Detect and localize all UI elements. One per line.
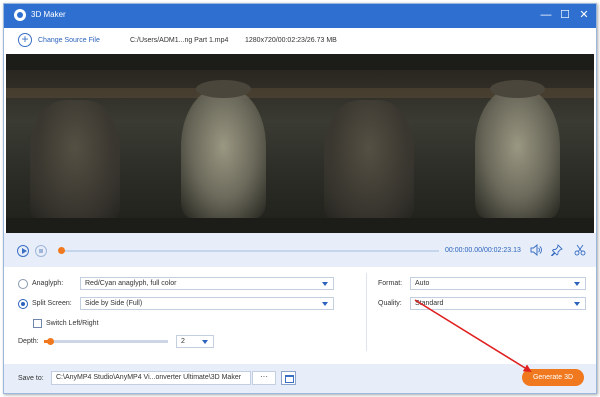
quality-label: Quality: [378, 300, 402, 307]
split-screen-select[interactable]: Side by Side (Full) [80, 297, 334, 310]
anaglyph-label: Anaglyph: [32, 280, 64, 287]
quality-select-value: Standard [415, 300, 444, 307]
depth-slider-track[interactable] [44, 340, 168, 343]
chevron-down-icon [202, 340, 208, 344]
chevron-down-icon [322, 282, 328, 286]
app-logo-icon [14, 9, 26, 21]
settings-panel: Anaglyph: Red/Cyan anaglyph, full color … [4, 267, 596, 364]
format-label: Format: [378, 280, 403, 287]
video-preview [6, 54, 594, 233]
total-time: 00:02:23.13 [483, 247, 521, 254]
window-title: 3D Maker [31, 10, 66, 19]
preview-right-frame [300, 70, 594, 218]
depth-value: 2 [181, 338, 185, 345]
depth-label: Depth: [18, 338, 39, 345]
playback-controls: 00:00:00.00/00:02:23.13 [4, 233, 596, 267]
current-time: 00:00:00.00 [445, 247, 482, 254]
save-to-label: Save to: [18, 375, 44, 382]
split-screen-label: Split Screen: [32, 300, 72, 307]
generate-3d-button[interactable]: Generate 3D [522, 369, 584, 386]
preview-left-frame [6, 70, 300, 218]
footer-bar: Save to: C:\AnyMP4 Studio\AnyMP4 Vi...on… [4, 364, 596, 393]
chevron-down-icon [322, 302, 328, 306]
switch-left-right-checkbox[interactable] [33, 319, 42, 328]
chevron-down-icon [574, 282, 580, 286]
split-screen-select-value: Side by Side (Full) [85, 300, 143, 307]
stop-icon[interactable] [35, 245, 47, 257]
anaglyph-select-value: Red/Cyan anaglyph, full color [85, 280, 177, 287]
save-path-field[interactable]: C:\AnyMP4 Studio\AnyMP4 Vi...onverter Ul… [51, 371, 251, 385]
close-button[interactable]: ✕ [577, 8, 591, 22]
progress-track[interactable] [61, 250, 439, 252]
depth-stepper[interactable]: 2 [176, 335, 214, 348]
format-select-value: Auto [415, 280, 430, 287]
minimize-button[interactable]: — [539, 8, 553, 22]
add-source-icon[interactable]: + [18, 33, 32, 47]
change-source-file-link[interactable]: Change Source File [38, 37, 100, 44]
depth-slider-handle[interactable] [47, 338, 54, 345]
progress-handle[interactable] [58, 247, 65, 254]
browse-button[interactable]: ··· [252, 371, 276, 385]
scissors-icon[interactable] [573, 244, 587, 258]
chevron-down-icon [574, 302, 580, 306]
source-file-path: C:/Users/ADM1...ng Part 1.mp4 [130, 37, 229, 44]
quality-select[interactable]: Standard [410, 297, 586, 310]
volume-icon[interactable] [529, 243, 543, 258]
folder-icon[interactable] [281, 371, 296, 385]
split-screen-radio[interactable] [18, 299, 28, 309]
maximize-button[interactable]: ☐ [558, 8, 572, 22]
anaglyph-select[interactable]: Red/Cyan anaglyph, full color [80, 277, 334, 290]
app-window: 3D Maker — ☐ ✕ + Change Source File C:/U… [3, 3, 597, 394]
title-bar: 3D Maker — ☐ ✕ [4, 4, 596, 28]
anaglyph-radio[interactable] [18, 279, 28, 289]
format-select[interactable]: Auto [410, 277, 586, 290]
source-file-meta: 1280x720/00:02:23/26.73 MB [245, 37, 337, 44]
switch-left-right-label: Switch Left/Right [46, 320, 99, 327]
time-readout: 00:00:00.00/00:02:23.13 [445, 247, 521, 254]
source-toolbar: + Change Source File C:/Users/ADM1...ng … [4, 28, 596, 54]
pin-icon[interactable] [550, 244, 564, 258]
panel-divider [366, 273, 367, 351]
play-icon[interactable] [17, 245, 29, 257]
